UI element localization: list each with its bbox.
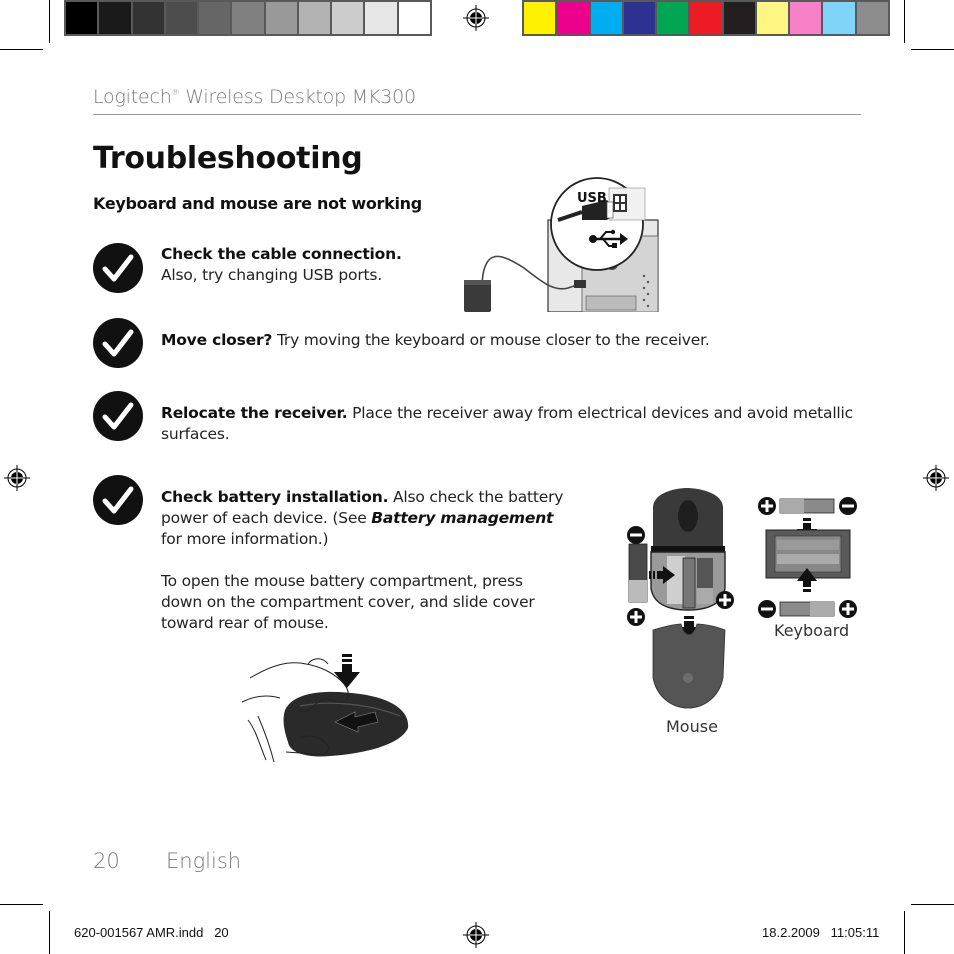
- language-label: English: [166, 849, 242, 873]
- color-swatch: [590, 2, 622, 34]
- crop-mark: [49, 0, 50, 43]
- checkmark-icon: [93, 391, 143, 441]
- color-swatch: [524, 2, 556, 34]
- usb-label: USB: [577, 191, 607, 206]
- item-heading: Move closer?: [161, 331, 273, 349]
- crop-mark: [911, 49, 954, 50]
- registration-mark-icon: [4, 465, 30, 491]
- item-body-end: for more information.): [161, 530, 329, 548]
- brand-name: Logitech: [93, 86, 172, 108]
- item-heading: Check battery installation.: [161, 488, 389, 506]
- mouse-cover-illustration: [241, 654, 409, 763]
- registration-mark-icon: [463, 5, 489, 31]
- crop-mark: [0, 49, 43, 50]
- gray-swatch: [298, 2, 331, 34]
- page-number: 20: [93, 849, 120, 873]
- gray-swatch: [265, 2, 297, 34]
- color-swatch: [723, 2, 755, 34]
- checkmark-icon: [93, 318, 143, 368]
- registered-mark: ®: [171, 88, 180, 97]
- battery-instructions: To open the mouse battery compartment, p…: [161, 572, 535, 632]
- crop-mark: [904, 0, 905, 43]
- color-swatch: [756, 2, 789, 34]
- item-body: Also, try changing USB ports.: [161, 266, 382, 284]
- color-swatch: [657, 2, 689, 34]
- checkmark-icon: [93, 243, 143, 293]
- item-heading: Check the cable connection.: [161, 245, 402, 263]
- gray-swatch: [165, 2, 198, 34]
- gray-swatch: [66, 2, 98, 34]
- section-title: Keyboard and mouse are not working: [93, 194, 422, 213]
- item-heading: Relocate the receiver.: [161, 404, 348, 422]
- gray-swatch: [332, 2, 364, 34]
- keyboard-battery-illustration: [758, 497, 857, 618]
- color-swatch: [790, 2, 822, 34]
- registration-mark-icon: [923, 465, 949, 491]
- color-swatch: [623, 2, 656, 34]
- checkmark-icon: [93, 475, 143, 525]
- crop-mark: [904, 911, 905, 954]
- usb-connection-illustration: USB: [464, 177, 659, 312]
- mouse-battery-illustration: [627, 488, 734, 709]
- crop-mark: [911, 904, 954, 905]
- color-swatch: [823, 2, 855, 34]
- checklist-item: Relocate the receiver. Place the receive…: [161, 403, 861, 445]
- gray-swatch: [132, 2, 164, 34]
- running-header: Logitech® Wireless Desktop MK300: [93, 86, 416, 108]
- battery-management-reference: Battery management: [371, 509, 554, 527]
- gray-swatch: [232, 2, 264, 34]
- checklist-item: Move closer? Try moving the keyboard or …: [161, 330, 861, 351]
- keyboard-caption: Keyboard: [774, 621, 850, 640]
- item-body: Try moving the keyboard or mouse closer …: [272, 331, 710, 349]
- checklist-item: Check battery installation. Also check t…: [161, 487, 571, 550]
- crop-mark: [0, 904, 43, 905]
- slug-filename: 620-001567 AMR.indd 20: [74, 925, 229, 940]
- slug-timestamp: 18.2.2009 11:05:11: [762, 925, 880, 940]
- gray-swatch: [99, 2, 131, 34]
- grayscale-calibration-bar: [64, 0, 432, 36]
- registration-mark-icon: [463, 922, 489, 948]
- header-rule: [93, 114, 861, 115]
- page-title: Troubleshooting: [93, 141, 363, 176]
- crop-mark: [49, 911, 50, 954]
- gray-swatch: [199, 2, 231, 34]
- mouse-caption: Mouse: [666, 717, 718, 736]
- checklist-item: Check the cable connection. Also, try ch…: [161, 244, 451, 286]
- color-swatch: [690, 2, 722, 34]
- color-swatch: [856, 2, 888, 34]
- gray-swatch: [398, 2, 430, 34]
- color-calibration-bar: [522, 0, 890, 36]
- product-name: Wireless Desktop MK300: [179, 86, 416, 108]
- gray-swatch: [365, 2, 397, 34]
- color-swatch: [557, 2, 589, 34]
